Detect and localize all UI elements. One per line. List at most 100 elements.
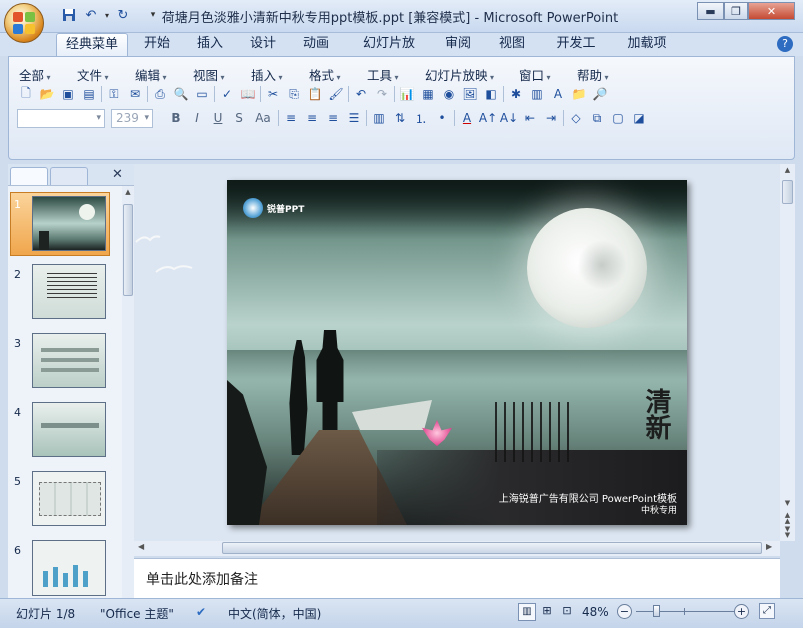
menu-edit[interactable]: 编辑 (135, 65, 167, 84)
font-color-icon[interactable]: A (458, 109, 476, 127)
zoom-level[interactable]: 48% (582, 605, 609, 619)
change-case-icon[interactable]: Aa (251, 109, 275, 127)
columns-icon[interactable]: ▥ (370, 109, 388, 127)
font-name-combo[interactable] (17, 109, 105, 128)
thumbnail-slide-3[interactable] (32, 333, 106, 388)
grow-font-icon[interactable]: A↑ (479, 109, 497, 127)
textbox-icon[interactable]: A (549, 85, 567, 103)
thumbnail-slide-2[interactable] (32, 264, 106, 319)
undo-icon[interactable]: ↶ (352, 85, 370, 103)
layout-icon[interactable]: ▭ (193, 85, 211, 103)
paste-icon[interactable]: 📋 (306, 85, 324, 103)
language[interactable]: 中文(简体，中国) (228, 605, 321, 622)
thumbnail-slide-4[interactable] (32, 402, 106, 457)
previous-slide-icon[interactable]: ▲ ▲ (782, 512, 793, 525)
notes-pane[interactable]: 单击此处添加备注 (134, 558, 780, 598)
tab-review[interactable]: 审阅 (436, 33, 480, 56)
menu-insert[interactable]: 插入 (251, 65, 283, 84)
theme-name[interactable]: "Office 主题" (100, 605, 174, 622)
scroll-up-icon[interactable]: ▲ (782, 166, 793, 174)
zoom-out-icon[interactable]: − (617, 604, 632, 619)
menu-window[interactable]: 窗口 (519, 65, 551, 84)
menu-tools[interactable]: 工具 (367, 65, 399, 84)
menu-help[interactable]: 帮助 (577, 65, 609, 84)
redo-icon[interactable]: ↻ (114, 6, 132, 24)
tab-developer[interactable]: 开发工具 (543, 33, 609, 73)
minimize-button[interactable]: ▬ (697, 2, 724, 20)
close-panel-icon[interactable]: ✕ (112, 167, 123, 182)
tab-design[interactable]: 设计 (241, 33, 285, 56)
new-slide-icon[interactable]: ✱ (507, 85, 525, 103)
slide-sorter-icon[interactable]: ⊞ (538, 603, 556, 621)
zoom-in-icon[interactable]: + (734, 604, 749, 619)
pdf-icon[interactable]: ▤ (80, 85, 98, 103)
tab-addins[interactable]: 加载项 (619, 33, 675, 56)
research-icon[interactable]: 📖 (239, 85, 257, 103)
save-icon[interactable]: ▣ (59, 85, 77, 103)
color-grayscale-icon[interactable]: ◧ (482, 85, 500, 103)
chart-icon[interactable]: 📊 (398, 85, 416, 103)
quick-styles-icon[interactable]: ▢ (609, 109, 627, 127)
decrease-indent-icon[interactable]: ⇤ (521, 109, 539, 127)
new-icon[interactable]: 🗋 (17, 85, 35, 103)
redo-icon[interactable]: ↷ (373, 85, 391, 103)
scroll-down-icon[interactable]: ▼ (782, 499, 793, 507)
underline-icon[interactable]: U (209, 109, 227, 127)
menu-all[interactable]: 全部 (19, 65, 51, 84)
spelling-icon[interactable]: ✓ (218, 85, 236, 103)
main-horizontal-scrollbar[interactable]: ◀ ▶ (134, 541, 780, 556)
spellcheck-icon[interactable]: ✔ (196, 605, 206, 619)
cut-icon[interactable]: ✂ (264, 85, 282, 103)
align-center-icon[interactable]: ≡ (303, 109, 321, 127)
scroll-right-icon[interactable]: ▶ (766, 542, 772, 551)
justify-icon[interactable]: ☰ (345, 109, 363, 127)
fit-to-window-icon[interactable]: ⤢ (759, 603, 775, 619)
tab-outline[interactable] (50, 167, 88, 185)
text-direction-icon[interactable]: ⇅ (391, 109, 409, 127)
folder-icon[interactable]: 📁 (570, 85, 588, 103)
tab-slideshow[interactable]: 幻灯片放映 (349, 33, 429, 73)
menu-view[interactable]: 视图 (193, 65, 225, 84)
smartart-icon[interactable]: ◉ (440, 85, 458, 103)
tab-home[interactable]: 开始 (135, 33, 179, 56)
save-icon[interactable] (60, 6, 78, 24)
close-button[interactable]: ✕ (748, 2, 795, 20)
slide-canvas[interactable]: 锐普PPT 清新 上海锐普广告有限公司 PowerPoint模板 中秋专用 (227, 180, 687, 525)
maximize-button[interactable]: ❐ (724, 2, 748, 20)
thumbnail-scrollbar[interactable]: ▲ (122, 186, 134, 598)
align-right-icon[interactable]: ≡ (324, 109, 342, 127)
zoom-slider[interactable] (636, 605, 734, 617)
thumbnail-slide-5[interactable] (32, 471, 106, 526)
help-icon[interactable]: ? (777, 36, 793, 52)
menu-format[interactable]: 格式 (309, 65, 341, 84)
increase-indent-icon[interactable]: ⇥ (542, 109, 560, 127)
picture-icon[interactable]: 🖼 (461, 85, 479, 103)
slideshow-icon[interactable]: ⊡ (558, 603, 576, 621)
next-slide-icon[interactable]: ▼ ▼ (782, 526, 793, 539)
scroll-thumb[interactable] (222, 542, 762, 554)
tab-slides[interactable] (10, 167, 48, 185)
thumbnail-slide-1[interactable] (32, 196, 106, 251)
email-icon[interactable]: ✉ (126, 85, 144, 103)
permission-icon[interactable]: ⚿ (105, 85, 123, 103)
tab-insert[interactable]: 插入 (188, 33, 232, 56)
tab-animations[interactable]: 动画 (294, 33, 338, 56)
slide-layout-icon[interactable]: ▥ (528, 85, 546, 103)
align-left-icon[interactable]: ≡ (282, 109, 300, 127)
font-size-combo[interactable]: 239 (111, 109, 153, 128)
scroll-thumb[interactable] (782, 180, 793, 204)
zoom-slider-thumb[interactable] (653, 605, 660, 617)
scroll-thumb[interactable] (123, 204, 133, 296)
table-icon[interactable]: ▦ (419, 85, 437, 103)
open-icon[interactable]: 📂 (38, 85, 56, 103)
italic-icon[interactable]: I (188, 109, 206, 127)
thumbnail-slide-6[interactable] (32, 540, 106, 596)
bullets-icon[interactable]: • (433, 109, 451, 127)
fill-icon[interactable]: ◪ (630, 109, 648, 127)
menu-slideshow[interactable]: 幻灯片放映 (425, 65, 494, 84)
print-preview-icon[interactable]: 🔍 (172, 85, 190, 103)
tab-classic-menu[interactable]: 经典菜单 (56, 33, 128, 56)
zoom-icon[interactable]: 🔎 (591, 85, 609, 103)
office-button[interactable] (4, 3, 44, 43)
print-icon[interactable]: ⎙ (151, 85, 169, 103)
